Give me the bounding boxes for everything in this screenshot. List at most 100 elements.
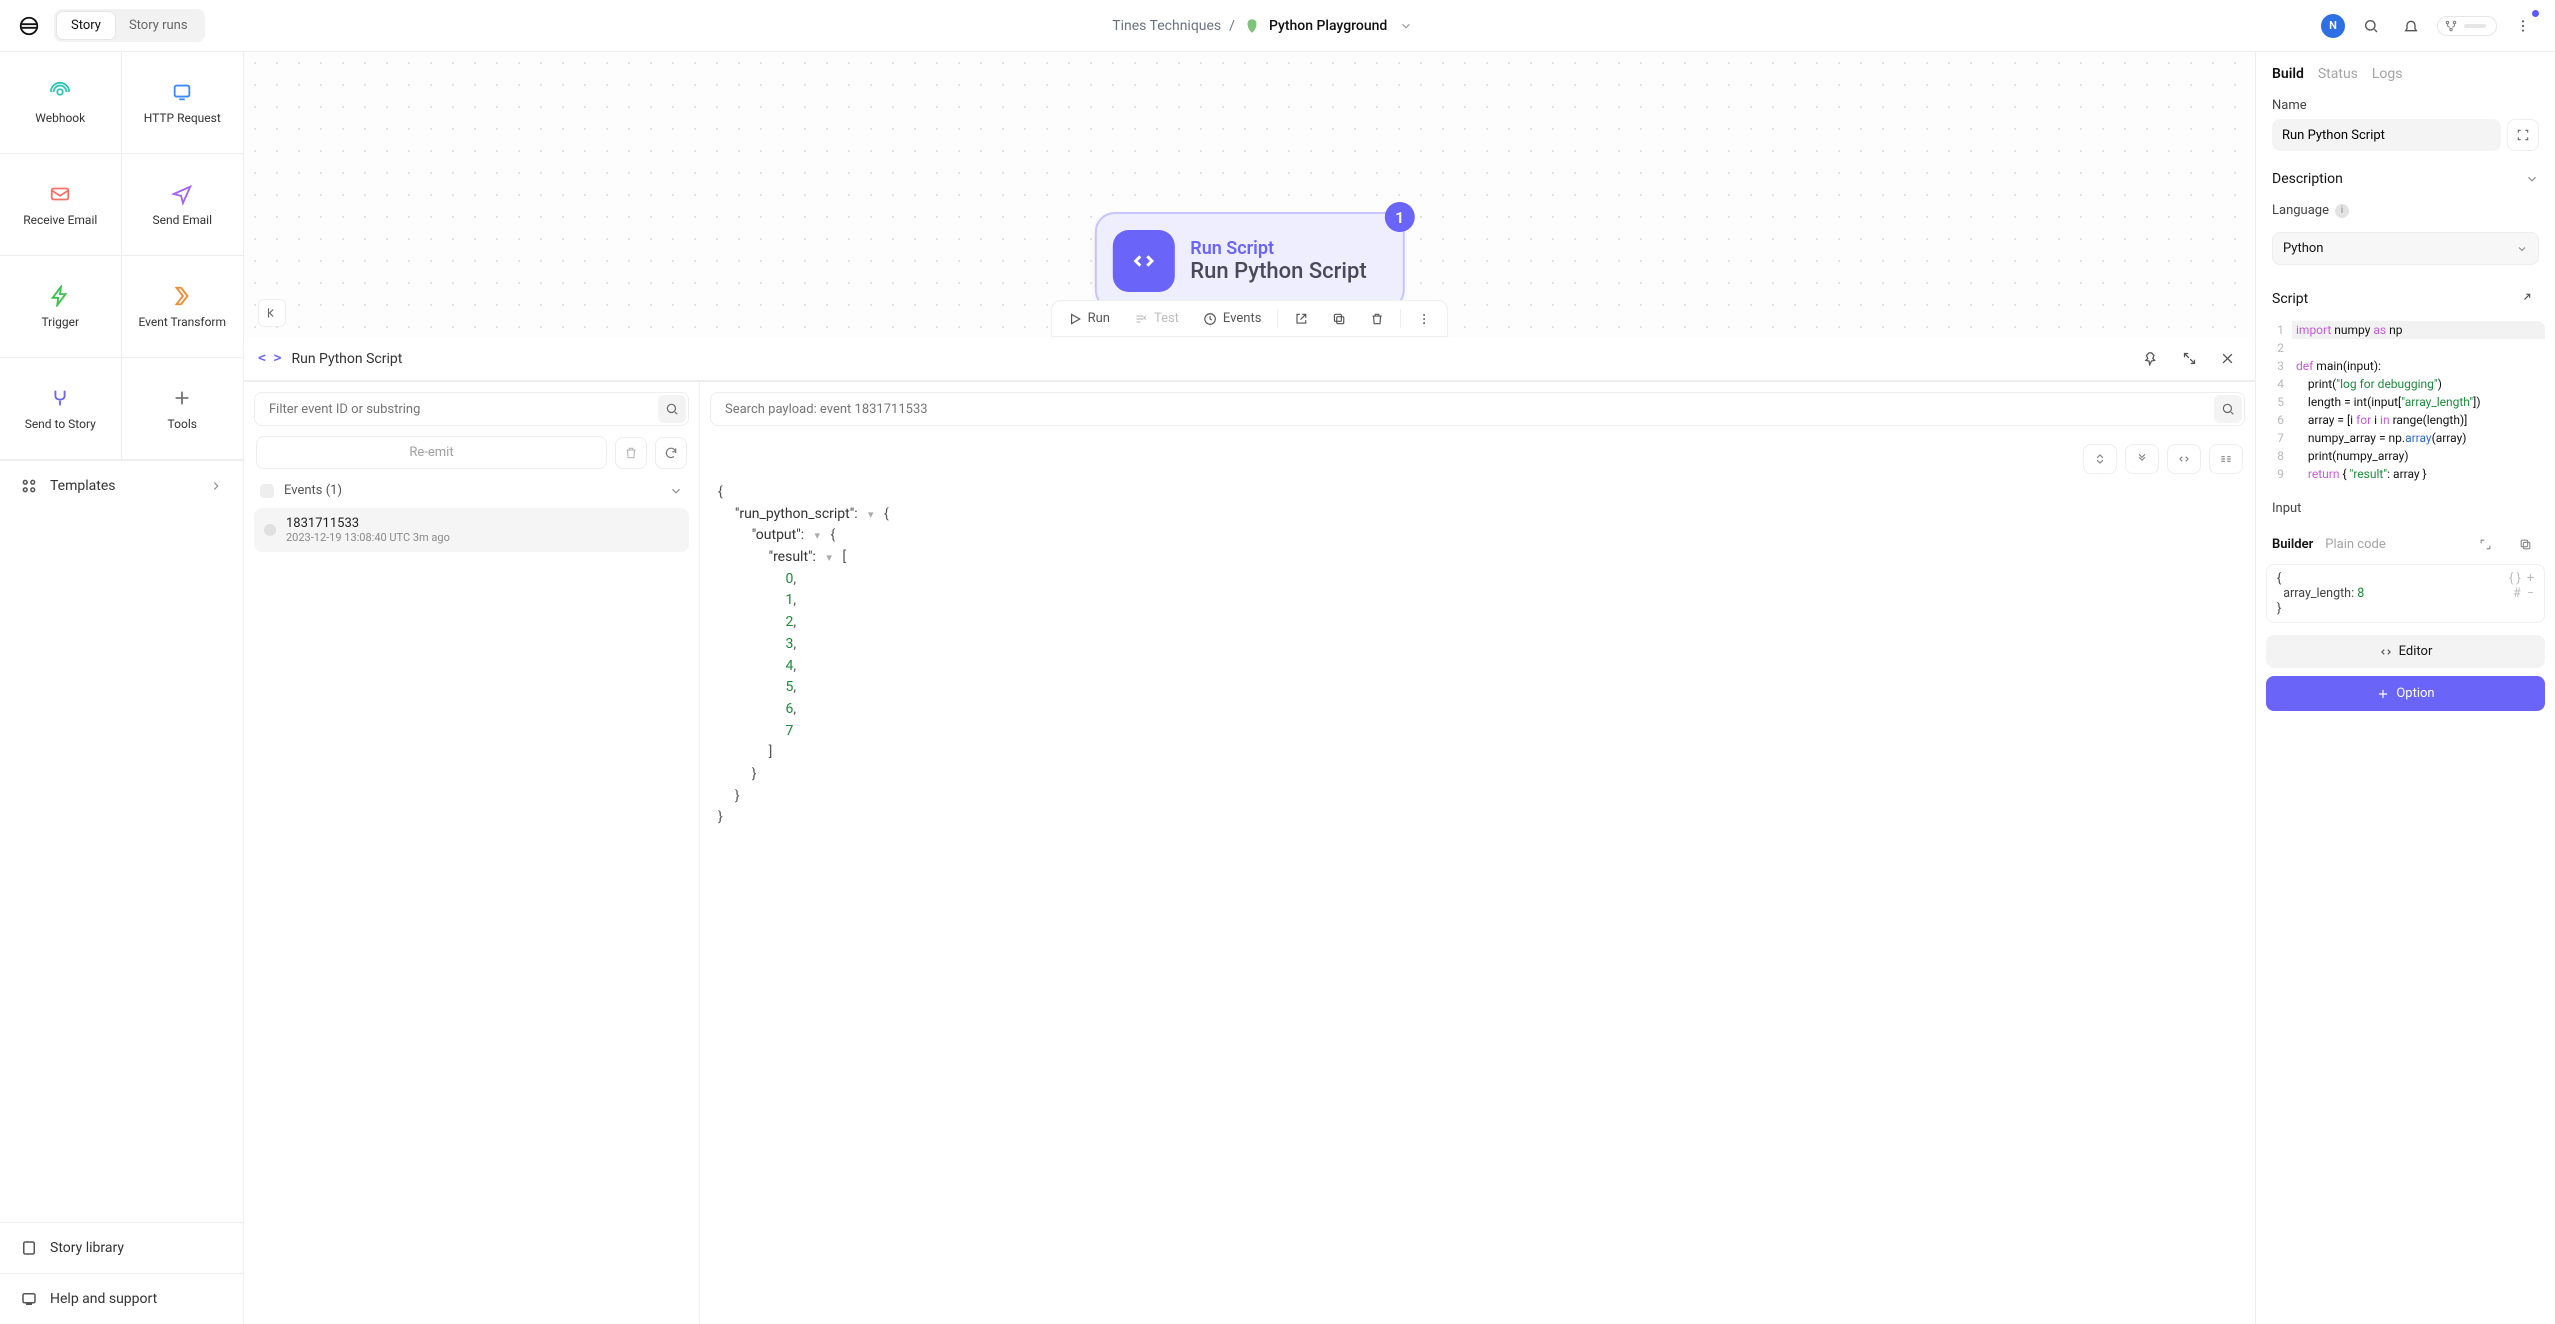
toolbar-more-icon[interactable] — [1407, 305, 1441, 332]
run-button[interactable]: Run — [1058, 305, 1120, 332]
json-number: 7 — [785, 723, 793, 739]
payload-json[interactable]: { "run_python_script": ▾ { "output": ▾ {… — [700, 482, 2255, 847]
rail-webhook[interactable]: Webhook — [0, 52, 122, 154]
filter-events-input[interactable] — [265, 396, 658, 423]
breadcrumb-parent[interactable]: Tines Techniques — [1112, 18, 1221, 34]
events-panel-header: < > Run Python Script — [244, 337, 2255, 381]
input-label: Input — [2272, 501, 2539, 516]
brace: { — [884, 506, 889, 522]
builder-tab[interactable]: Builder — [2272, 537, 2313, 552]
story-tab[interactable]: Story — [57, 12, 115, 39]
app-logo-icon[interactable] — [18, 15, 40, 37]
search-icon[interactable] — [2357, 12, 2385, 40]
copy-icon[interactable] — [1322, 305, 1356, 332]
add-option-button[interactable]: Option — [2266, 676, 2545, 711]
more-menu-icon[interactable] — [2509, 12, 2537, 40]
canvas[interactable]: Run Script Run Python Script 1 Run — [244, 52, 2255, 337]
rail-event-transform[interactable]: Event Transform — [122, 256, 244, 358]
tab-status[interactable]: Status — [2318, 66, 2358, 82]
script-editor[interactable]: 1import numpy as np 2 3def main(input): … — [2266, 321, 2545, 483]
rail-receive-email[interactable]: Receive Email — [0, 154, 122, 256]
external-link-icon[interactable] — [1284, 305, 1318, 332]
name-input[interactable] — [2272, 119, 2501, 151]
fold-icon[interactable]: ▾ — [813, 529, 823, 542]
code-icon — [1112, 230, 1174, 292]
rail-send-email[interactable]: Send Email — [122, 154, 244, 256]
search-icon[interactable] — [658, 395, 686, 423]
object-indicator-icon[interactable]: { } + — [2509, 571, 2534, 586]
plaincode-tab[interactable]: Plain code — [2325, 537, 2385, 552]
chevron-down-icon — [2525, 172, 2539, 186]
collapse-all-button[interactable] — [2083, 444, 2117, 474]
copy-input-icon[interactable] — [2511, 530, 2539, 558]
name-expand-button[interactable] — [2507, 119, 2539, 151]
breadcrumb-current[interactable]: Python Playground — [1269, 18, 1387, 34]
tok: range(length)] — [2390, 413, 2468, 427]
row-actions-icon[interactable]: # − — [2513, 586, 2534, 601]
checkbox[interactable] — [260, 484, 274, 498]
brace: } — [752, 766, 757, 782]
description-section[interactable]: Description — [2256, 155, 2555, 193]
rail-help[interactable]: Help and support — [0, 1273, 243, 1324]
rail-templates[interactable]: Templates — [0, 460, 243, 511]
events-label: Events — [1223, 311, 1261, 326]
tok — [2296, 467, 2308, 481]
avatar[interactable]: N — [2321, 14, 2345, 38]
chevron-down-icon[interactable] — [1399, 19, 1413, 33]
code-view-button[interactable] — [2167, 444, 2201, 474]
test-button[interactable]: Test — [1124, 305, 1189, 332]
expand-icon[interactable] — [2175, 345, 2203, 373]
option-btn-label: Option — [2396, 686, 2434, 701]
rail-tools[interactable]: Tools — [122, 358, 244, 460]
event-item[interactable]: 1831711533 2023-12-19 13:08:40 UTC 3m ag… — [254, 508, 689, 552]
refresh-event-button[interactable] — [655, 437, 687, 469]
collapse-sidebar-button[interactable] — [258, 299, 286, 327]
tok: import — [2296, 323, 2331, 337]
tok: "array_length" — [2401, 395, 2473, 409]
top-bar: Story Story runs Tines Techniques / Pyth… — [0, 0, 2555, 52]
rail-http-request[interactable]: HTTP Request — [122, 52, 244, 154]
tok: ) — [2438, 377, 2442, 391]
story-runs-tab[interactable]: Story runs — [115, 12, 202, 39]
json-key: "result": — [769, 549, 816, 565]
bell-icon[interactable] — [2397, 12, 2425, 40]
close-icon[interactable] — [2213, 345, 2241, 373]
fold-icon[interactable]: ▾ — [824, 551, 834, 564]
filter-events-input-wrap — [254, 392, 689, 426]
json-key: "output": — [752, 527, 804, 543]
search-icon[interactable] — [2214, 395, 2242, 423]
reemit-button[interactable]: Re-emit — [256, 436, 607, 469]
node-type: Run Script — [1190, 238, 1366, 259]
canvas-node-run-script[interactable]: Run Script Run Python Script 1 — [1094, 212, 1404, 310]
rail-trigger[interactable]: Trigger — [0, 256, 122, 358]
fold-icon[interactable]: ▾ — [866, 508, 876, 521]
trash-icon[interactable] — [1360, 305, 1394, 332]
events-button[interactable]: Events — [1193, 305, 1271, 332]
canvas-toolbar: Run Test Events — [1051, 300, 1449, 337]
info-icon[interactable]: i — [2335, 204, 2349, 218]
tab-logs[interactable]: Logs — [2372, 66, 2403, 82]
version-control-button[interactable] — [2437, 16, 2497, 36]
tab-build[interactable]: Build — [2272, 66, 2304, 82]
expand-input-icon[interactable] — [2471, 530, 2499, 558]
tok: print( — [2296, 377, 2336, 391]
events-group-header[interactable]: Events (1) — [244, 479, 699, 502]
rail-label: Send to Story — [25, 417, 96, 431]
search-payload-input[interactable] — [721, 396, 2214, 423]
layout-toggle-button[interactable] — [2209, 444, 2243, 474]
chevron-down-icon[interactable] — [669, 484, 683, 498]
rail-send-to-story[interactable]: Send to Story — [0, 358, 122, 460]
delete-event-button[interactable] — [615, 437, 647, 469]
input-json-editor[interactable]: { { } + array_length: 8 # − } — [2266, 564, 2545, 623]
expand-all-button[interactable] — [2125, 444, 2159, 474]
script-open-icon[interactable] — [2511, 285, 2539, 313]
breadcrumb: Tines Techniques / Python Playground — [219, 17, 2307, 35]
run-label: Run — [1088, 311, 1110, 326]
tok: def — [2296, 359, 2313, 373]
pin-icon[interactable] — [2137, 345, 2165, 373]
brace: { — [831, 527, 836, 543]
open-editor-button[interactable]: Editor — [2266, 635, 2545, 668]
language-select[interactable]: Python — [2272, 232, 2539, 265]
vc-status-bar — [2464, 24, 2486, 28]
rail-story-library[interactable]: Story library — [0, 1222, 243, 1273]
